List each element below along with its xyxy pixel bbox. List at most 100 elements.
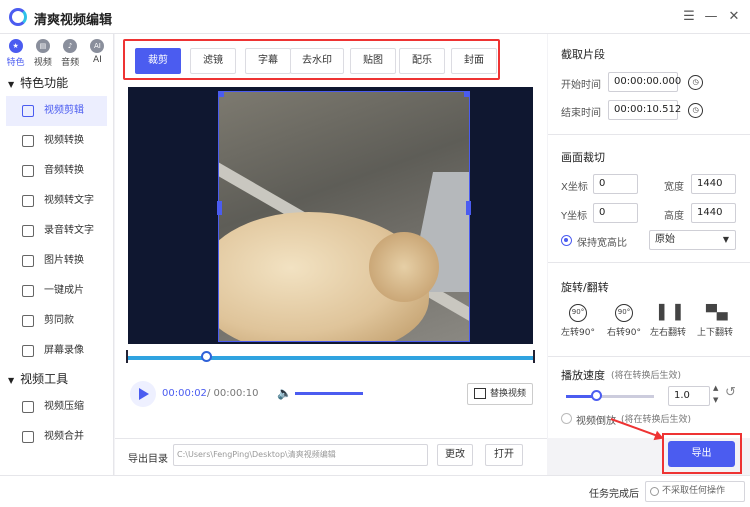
sidebar-item-label: 一键成片 xyxy=(44,285,84,296)
sidebar-item-one-click[interactable]: 一键成片 xyxy=(0,276,113,306)
sidebar-item-image-convert[interactable]: 图片转换 xyxy=(0,246,113,276)
tab-sticker[interactable]: 贴图 xyxy=(350,48,396,74)
open-dir-button[interactable]: 打开 xyxy=(485,444,523,466)
sidebar-item-label: 视频合并 xyxy=(44,431,84,442)
tab-subtitle[interactable]: 字幕 xyxy=(245,48,291,74)
volume-icon[interactable]: 🔈 xyxy=(277,386,292,400)
section-title: 视频工具 xyxy=(20,372,69,386)
clock-icon[interactable]: ◷ xyxy=(688,103,703,118)
tab-cover[interactable]: 封面 xyxy=(451,48,497,74)
tab-crop[interactable]: 裁剪 xyxy=(135,48,181,74)
rotate-left-button[interactable]: 90° 左转90° xyxy=(558,304,598,338)
tab-video[interactable]: ▤ 视频 xyxy=(29,39,56,70)
flip-horizontal-button[interactable]: ▌▐ 左右翻转 xyxy=(648,304,688,338)
output-path-input[interactable]: C:\Users\FengPing\Desktop\清爽视频编辑 xyxy=(173,444,428,466)
change-dir-button[interactable]: 更改 xyxy=(437,444,473,466)
settings-panel: 截取片段 开始时间 00:00:00.000 ◷ 结束时间 00:00:10.5… xyxy=(548,34,750,438)
rotate-title: 旋转/翻转 xyxy=(561,281,609,294)
rotate-right-icon: 90° xyxy=(615,304,633,322)
speed-note: (将在转换后生效) xyxy=(611,371,682,381)
tab-remove-watermark[interactable]: 去水印 xyxy=(290,48,344,74)
stepper-up-icon[interactable]: ▲ xyxy=(713,384,718,392)
ratio-select-value: 原始 xyxy=(655,234,675,245)
sidebar-item-video-to-text[interactable]: 视频转文字 xyxy=(0,186,113,216)
sidebar-item-video-convert[interactable]: 视频转换 xyxy=(0,126,113,156)
video-text-icon xyxy=(22,195,34,207)
export-button[interactable]: 导出 xyxy=(668,441,735,467)
image-icon xyxy=(22,255,34,267)
sidebar-item-label: 屏幕录像 xyxy=(44,345,84,356)
caret-down-icon: ▼ xyxy=(8,376,15,385)
video-frame-content xyxy=(369,232,439,302)
sidebar-item-label: 视频压缩 xyxy=(44,401,84,412)
end-time-input[interactable]: 00:00:10.512 xyxy=(608,100,681,120)
crop-handle[interactable] xyxy=(466,201,471,215)
crop-handle[interactable] xyxy=(464,91,470,97)
x-input[interactable]: 0 xyxy=(593,174,638,194)
scissors-icon xyxy=(22,315,34,327)
clock-icon[interactable]: ◷ xyxy=(688,75,703,90)
sidebar-item-audio-to-text[interactable]: 录音转文字 xyxy=(0,216,113,246)
film-icon: ▤ xyxy=(35,39,50,53)
crop-handle[interactable] xyxy=(218,91,224,97)
tab-audio[interactable]: ♪ 音频 xyxy=(57,39,84,70)
reverse-note: (将在转换后生效) xyxy=(621,415,692,425)
after-task-select[interactable]: 不采取任何操作 xyxy=(645,481,745,502)
after-task-label: 任务完成后 xyxy=(589,489,639,500)
tab-label: 特色 xyxy=(6,58,25,68)
chevron-down-icon: ▼ xyxy=(722,235,729,244)
replace-label: 替换视频 xyxy=(490,389,527,399)
rotate-label: 右转90° xyxy=(607,328,641,338)
sidebar-item-audio-convert[interactable]: 音频转换 xyxy=(0,156,113,186)
reverse-radio[interactable] xyxy=(561,413,572,424)
replace-video-button[interactable]: 替换视频 xyxy=(467,383,533,405)
trim-end-handle[interactable] xyxy=(533,350,535,363)
timeline-track[interactable] xyxy=(128,356,533,360)
timeline-playhead[interactable] xyxy=(201,351,212,362)
ai-icon: AI xyxy=(90,39,105,53)
crop-handle[interactable] xyxy=(217,201,222,215)
tab-filter[interactable]: 滤镜 xyxy=(190,48,236,74)
reset-icon[interactable]: ↺ xyxy=(725,385,736,400)
start-time-label: 开始时间 xyxy=(561,80,601,91)
sidebar-item-template[interactable]: 剪同款 xyxy=(0,306,113,336)
title-bar: 清爽视频编辑 ☰ — ✕ xyxy=(0,0,750,34)
play-button[interactable] xyxy=(130,381,156,407)
tab-featured[interactable]: ★ 特色 xyxy=(2,39,29,70)
section-video-tools[interactable]: ▼ 视频工具 xyxy=(0,366,113,392)
clip-title: 截取片段 xyxy=(561,48,605,61)
tab-music[interactable]: 配乐 xyxy=(399,48,445,74)
output-dir-label: 导出目录 xyxy=(128,454,168,465)
sidebar-item-video-compress[interactable]: 视频压缩 xyxy=(0,392,113,422)
volume-slider[interactable] xyxy=(295,392,363,395)
tab-label: 音频 xyxy=(61,58,80,68)
flip-vertical-button[interactable]: ▀▄ 上下翻转 xyxy=(695,304,735,338)
after-task-value: 不采取任何操作 xyxy=(662,486,726,496)
sidebar-item-screen-record[interactable]: 屏幕录像 xyxy=(0,336,113,366)
sidebar-item-video-merge[interactable]: 视频合并 xyxy=(0,422,113,452)
crop-frame[interactable] xyxy=(218,91,470,342)
minimize-icon[interactable]: — xyxy=(703,9,719,25)
y-input[interactable]: 0 xyxy=(593,203,638,223)
stepper-down-icon[interactable]: ▼ xyxy=(713,396,718,404)
star-icon: ★ xyxy=(8,39,23,53)
ratio-select[interactable]: 原始 ▼ xyxy=(649,230,736,250)
start-time-input[interactable]: 00:00:00.000 xyxy=(608,72,681,92)
menu-icon[interactable]: ☰ xyxy=(681,9,697,25)
sidebar-item-video-edit[interactable]: 视频剪辑 xyxy=(6,96,107,126)
category-tabs: ★ 特色 ▤ 视频 ♪ 音频 AI AI xyxy=(0,34,113,70)
close-icon[interactable]: ✕ xyxy=(726,9,742,25)
rotate-right-button[interactable]: 90° 右转90° xyxy=(604,304,644,338)
merge-icon xyxy=(22,431,34,443)
rotate-label: 左转90° xyxy=(561,328,595,338)
speed-input[interactable]: 1.0 xyxy=(668,386,710,406)
width-input[interactable]: 1440 xyxy=(691,174,736,194)
microphone-icon xyxy=(22,165,34,177)
section-featured[interactable]: ▼ 特色功能 xyxy=(0,70,113,96)
height-input[interactable]: 1440 xyxy=(691,203,736,223)
keep-ratio-radio[interactable] xyxy=(561,235,572,246)
speed-slider-knob[interactable] xyxy=(591,390,602,401)
editor-main: 裁剪 滤镜 字幕 去水印 贴图 配乐 封面 00:00:02 / 00:00:1… xyxy=(115,34,547,438)
tab-label: AI xyxy=(92,55,102,65)
tab-ai[interactable]: AI AI xyxy=(84,39,111,70)
